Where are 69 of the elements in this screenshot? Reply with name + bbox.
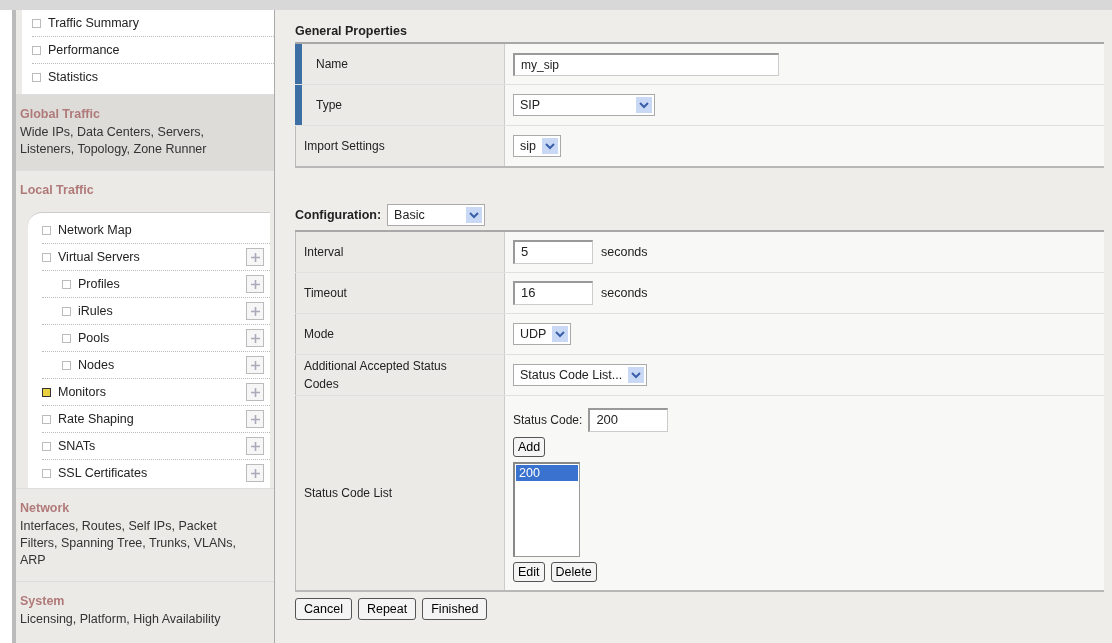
- field-label: Import Settings: [304, 139, 385, 153]
- list-action-button[interactable]: Edit: [513, 562, 545, 582]
- nav-link[interactable]: Nodes: [78, 358, 246, 372]
- add-button[interactable]: [246, 275, 264, 293]
- nav-link[interactable]: Pools: [78, 331, 246, 345]
- number-field[interactable]: 5: [513, 240, 593, 264]
- field-label: Status Code:: [513, 413, 583, 427]
- add-button[interactable]: [246, 437, 264, 455]
- dropdown[interactable]: SIP: [513, 94, 655, 116]
- section-description: Licensing, Platform, High Availability: [20, 611, 222, 628]
- nav-link[interactable]: SSL Certificates: [58, 466, 246, 480]
- add-button[interactable]: [246, 464, 264, 482]
- chevron-down-icon: [542, 138, 558, 154]
- nav-link[interactable]: Profiles: [78, 277, 246, 291]
- plus-icon: [250, 333, 260, 343]
- section-description: Interfaces, Routes, Self IPs, Packet Filters, Spanning Tree, Trunks, VLANs, ARP: [20, 518, 238, 569]
- dropdown[interactable]: Status Code List...: [513, 364, 648, 386]
- field-label: Timeout: [304, 285, 348, 302]
- dropdown[interactable]: UDP: [513, 323, 572, 345]
- nav-link[interactable]: Traffic Summary: [48, 16, 268, 30]
- name-field[interactable]: my_sip: [513, 52, 779, 76]
- add-button[interactable]: [246, 248, 264, 266]
- plus-icon: [250, 279, 260, 289]
- nav-link[interactable]: Performance: [48, 43, 268, 57]
- add-button[interactable]: Add: [513, 437, 546, 457]
- list-action-button[interactable]: Delete: [550, 562, 597, 582]
- add-button[interactable]: [246, 329, 264, 347]
- add-button[interactable]: [246, 410, 264, 428]
- form-button[interactable]: Cancel: [295, 598, 352, 620]
- dropdown[interactable]: Basic: [387, 204, 486, 226]
- plus-icon: [250, 468, 260, 478]
- list-box[interactable]: 200: [513, 462, 580, 557]
- add-button[interactable]: [246, 302, 264, 320]
- form-button[interactable]: Repeat: [357, 598, 417, 620]
- nav-link[interactable]: Rate Shaping: [58, 412, 246, 426]
- plus-icon: [250, 306, 260, 316]
- nav-link[interactable]: Monitors: [58, 385, 246, 399]
- chevron-down-icon: [636, 97, 652, 113]
- nav-link[interactable]: SNATs: [58, 439, 246, 453]
- plus-icon: [250, 360, 260, 370]
- number-field[interactable]: 16: [513, 281, 593, 305]
- plus-icon: [250, 441, 260, 451]
- list-option[interactable]: 200: [516, 465, 578, 481]
- unit-label: seconds: [601, 245, 648, 259]
- nav-link[interactable]: iRules: [78, 304, 246, 318]
- add-button[interactable]: [246, 356, 264, 374]
- nav-link[interactable]: Virtual Servers: [58, 250, 246, 264]
- unit-label: seconds: [601, 286, 648, 300]
- plus-icon: [250, 414, 260, 424]
- field-label: Mode: [304, 326, 336, 343]
- section-description: Wide IPs, Data Centers, Servers, Listeners, Topology, Zone Runner: [20, 124, 208, 158]
- field-label: Type: [316, 98, 342, 112]
- chevron-down-icon: [628, 367, 645, 383]
- section-heading: General Properties: [295, 24, 408, 38]
- chevron-down-icon: [466, 207, 483, 223]
- add-button[interactable]: [246, 383, 264, 401]
- dropdown[interactable]: sip: [513, 135, 561, 157]
- section-heading: Configuration:: [295, 208, 382, 222]
- field-label: Status Code List: [304, 485, 394, 502]
- field-label: Name: [316, 57, 348, 71]
- chevron-down-icon: [552, 326, 569, 342]
- plus-icon: [250, 252, 260, 262]
- nav-link[interactable]: Statistics: [48, 70, 268, 84]
- field-label: Interval: [304, 244, 345, 261]
- status-code-field[interactable]: 200: [588, 408, 669, 432]
- plus-icon: [250, 387, 260, 397]
- nav-link[interactable]: Network Map: [58, 223, 264, 237]
- form-button[interactable]: Finished: [422, 598, 488, 620]
- field-label: Additional Accepted Status Codes: [304, 358, 448, 393]
